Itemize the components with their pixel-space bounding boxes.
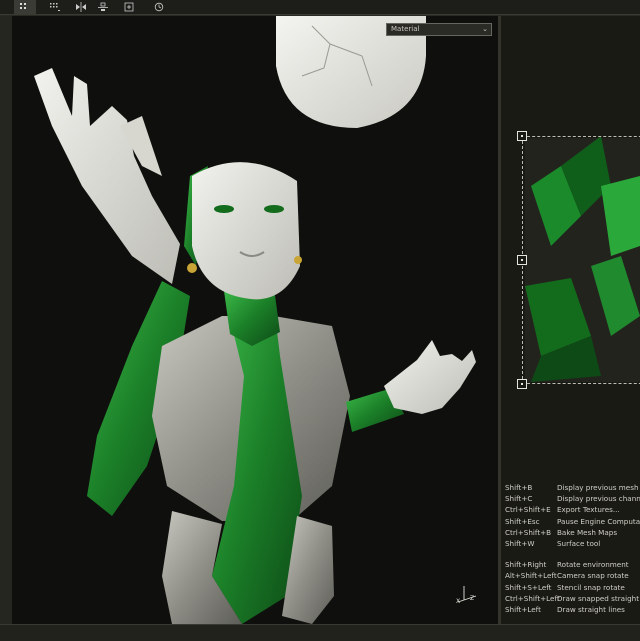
axis-gizmo: X Z (456, 586, 477, 604)
align-icon (98, 2, 108, 11)
grid-button[interactable] (14, 0, 36, 14)
frame-handle-mid-left[interactable] (517, 255, 527, 265)
timer-button[interactable] (148, 0, 170, 14)
dotted-grid-icon (50, 3, 60, 11)
add-frame-icon (124, 2, 134, 12)
shortcut-desc: Bake Mesh Maps (557, 527, 618, 537)
shortcut-row: Ctrl+Shift+B Bake Mesh Maps (505, 527, 640, 538)
shortcut-desc: Pause Engine Computation (557, 516, 640, 526)
axis-x-label: X (456, 598, 460, 604)
shortcut-row: Shift+Left Draw straight lines (505, 604, 640, 615)
mirror-icon (76, 2, 86, 12)
shortcut-desc: Rotate environment (557, 560, 629, 570)
bottom-status-bar (0, 624, 640, 641)
shortcut-row: Ctrl+Shift+E Export Textures... (505, 504, 640, 515)
shortcut-row: Shift+Esc Pause Engine Computation (505, 516, 640, 527)
shortcut-row: Ctrl+Shift+LeftDraw snapped straight lin… (505, 593, 640, 604)
shortcut-group-gap (505, 549, 640, 559)
shortcut-row: Shift+B Display previous mesh map (505, 482, 640, 493)
shortcut-row: Shift+C Display previous channel (505, 493, 640, 504)
add-frame-button[interactable] (118, 0, 140, 14)
shortcut-key: Shift+B (505, 483, 533, 492)
shortcut-key: Shift+Esc (505, 516, 540, 526)
shortcut-desc: Display previous channel (557, 494, 640, 504)
shortcut-key: Shift+Left (505, 604, 541, 614)
shortcut-desc: Draw straight lines (557, 604, 625, 614)
shortcut-desc: Export Textures... (557, 505, 620, 515)
shortcut-desc: Camera snap rotate (557, 571, 629, 581)
shortcut-key: Shift+W (505, 538, 535, 548)
shortcut-row: Alt+Shift+Left Camera snap rotate (505, 570, 640, 581)
viewport-3d[interactable]: Material ⌄ X Z (12, 16, 498, 624)
dotted-grid-button[interactable] (44, 0, 66, 14)
frame-handle-top-left[interactable] (517, 131, 527, 141)
left-panel-strip (0, 16, 12, 624)
channel-dropdown-value: Material (391, 25, 420, 33)
shortcut-key: Alt+Shift+Left (505, 571, 557, 581)
shortcut-key: Ctrl+Shift+B (505, 527, 552, 537)
shortcut-desc: Surface tool (557, 538, 601, 548)
shortcut-row: Shift+S+Left Stencil snap rotate (505, 582, 640, 593)
shortcut-key: Ctrl+Shift+Left (505, 593, 560, 603)
grid-icon (20, 3, 26, 9)
shortcut-key: Shift+S+Left (505, 582, 552, 592)
shortcut-row: Shift+Right Rotate environment (505, 559, 640, 570)
shortcut-row: Shift+W Surface tool (505, 538, 640, 549)
axis-z-label: Z (470, 595, 474, 602)
shortcut-key: Ctrl+Shift+E (505, 505, 551, 515)
frame-handle-bottom-left[interactable] (517, 379, 527, 389)
uv-selection-frame[interactable] (522, 136, 640, 384)
sculpture-render (34, 16, 476, 624)
channel-dropdown[interactable]: Material ⌄ (386, 23, 492, 36)
shortcut-desc: Stencil snap rotate (557, 582, 625, 592)
timer-icon (154, 2, 164, 12)
top-toolbar (0, 0, 640, 15)
shortcut-desc: Draw snapped straight lines (557, 593, 640, 603)
shortcut-hints: Shift+B Display previous mesh map Shift+C… (505, 482, 640, 615)
chevron-down-icon: ⌄ (482, 25, 488, 33)
align-button[interactable] (92, 0, 114, 14)
shortcut-key: Shift+Right (505, 560, 547, 570)
shortcut-desc: Display previous mesh map (557, 483, 640, 492)
mirror-button[interactable] (70, 0, 92, 14)
shortcut-key: Shift+C (505, 494, 533, 504)
